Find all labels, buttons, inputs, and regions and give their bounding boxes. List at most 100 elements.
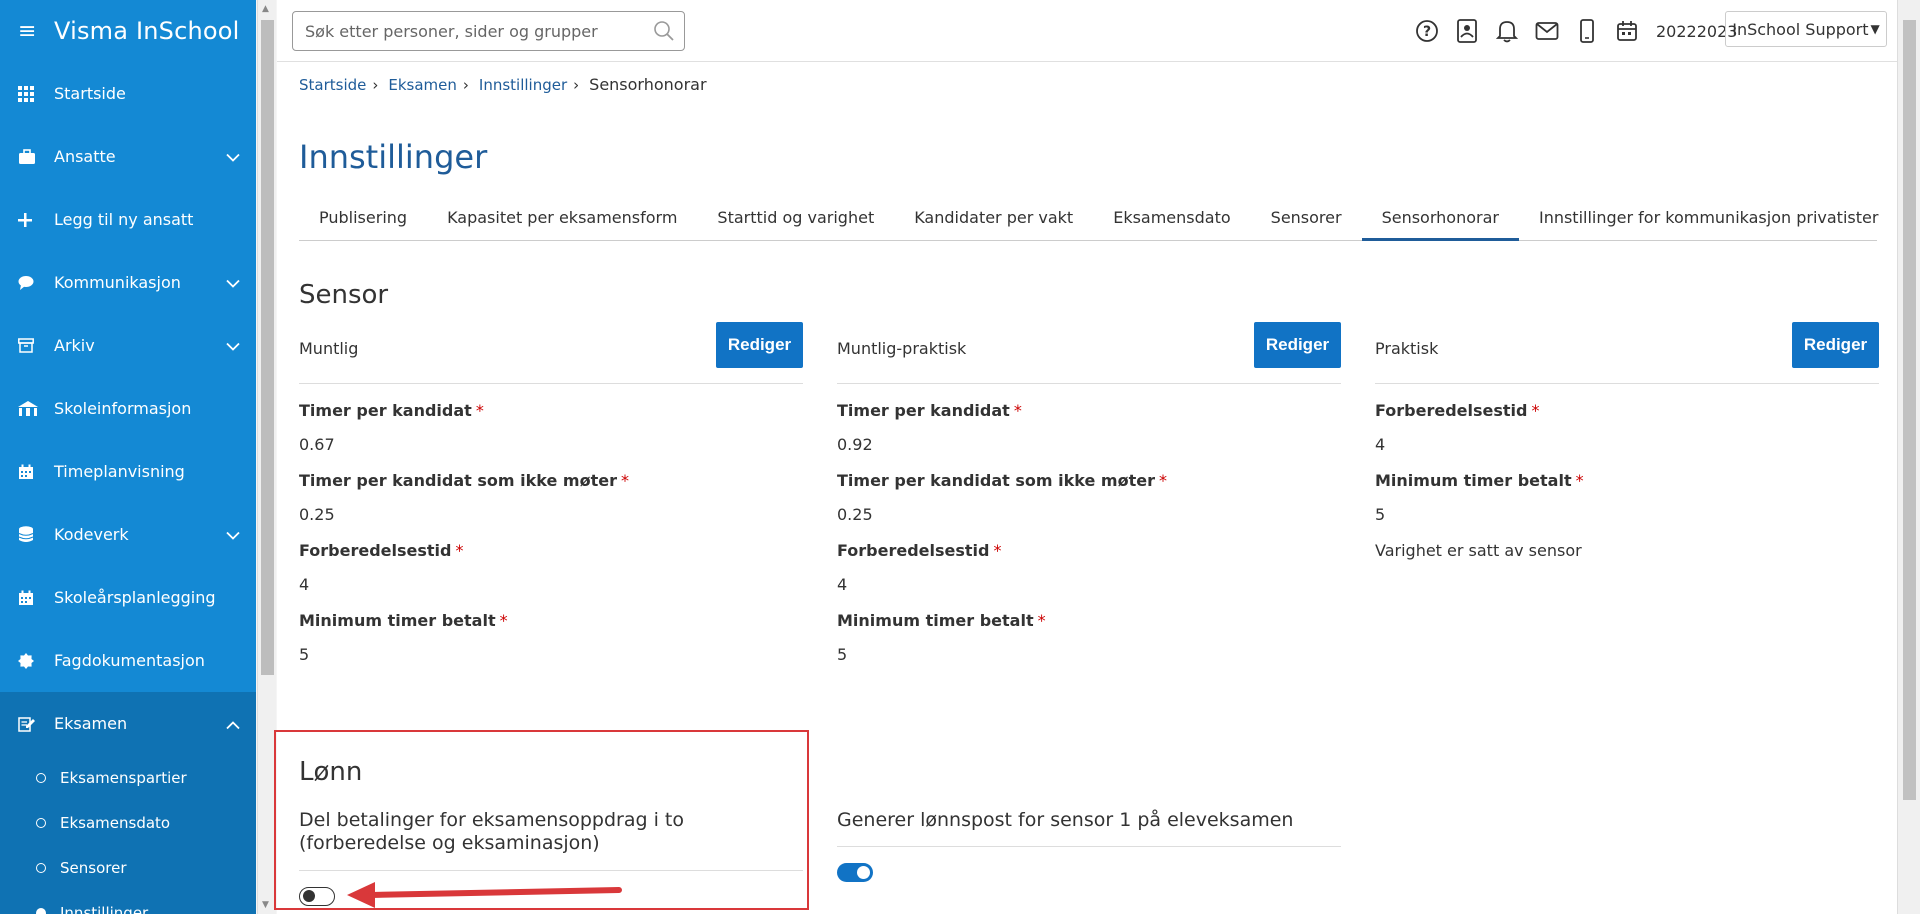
field-minimum-timer-betalt: Minimum timer betalt * 5: [837, 611, 1341, 664]
bell-icon[interactable]: [1494, 18, 1520, 44]
field-label-text: Minimum timer betalt: [299, 611, 496, 630]
field-label: Timer per kandidat *: [837, 401, 1341, 420]
school-icon: [18, 401, 54, 416]
badge-icon: [18, 652, 54, 669]
sidebar-item-kommunikasjon[interactable]: Kommunikasjon: [0, 251, 256, 314]
sidebar-item-arkiv[interactable]: Arkiv: [0, 314, 256, 377]
search-box[interactable]: [292, 11, 685, 51]
caret-down-icon: ▼: [1870, 22, 1880, 36]
field-minimum-timer-betalt: Minimum timer betalt * 5: [299, 611, 803, 664]
field-label: Timer per kandidat som ikke møter *: [837, 471, 1341, 490]
sidebar-item-skoleinformasjon[interactable]: Skoleinformasjon: [0, 377, 256, 440]
sidebar-item-ansatte[interactable]: Ansatte: [0, 125, 256, 188]
sidebar-item-label: Ansatte: [54, 147, 116, 166]
svg-text:?: ?: [1423, 24, 1431, 40]
field-value: 0.25: [299, 505, 335, 524]
field-forberedelsestid: Forberedelsestid * 4: [1375, 401, 1879, 454]
field-label-text: Timer per kandidat som ikke møter: [837, 471, 1155, 490]
settings-tabs: Publisering Kapasitet per eksamensform Sta…: [299, 188, 1878, 241]
calendar-icon[interactable]: [1614, 18, 1640, 44]
sidebar-item-label: Kommunikasjon: [54, 273, 181, 292]
user-name: InSchool Support: [1732, 19, 1869, 39]
field-timer-per-kandidat: Timer per kandidat * 0.92: [837, 401, 1341, 454]
breadcrumb-startside[interactable]: Startside: [299, 76, 366, 94]
tab-sensorhonorar[interactable]: Sensorhonorar: [1361, 188, 1519, 241]
sidebar-item-timeplanvisning[interactable]: Timeplanvisning: [0, 440, 256, 503]
help-icon[interactable]: ?: [1414, 18, 1440, 44]
sensor-heading: Sensor: [299, 280, 389, 310]
page-title: Innstillinger: [299, 138, 488, 176]
search-input[interactable]: [305, 21, 645, 41]
duration-note: Varighet er satt av sensor: [1375, 541, 1582, 560]
sidebar-item-fagdokumentasjon[interactable]: Fagdokumentasjon: [0, 629, 256, 692]
sidebar-subitem-innstillinger[interactable]: Innstillinger: [0, 890, 256, 914]
sidebar-item-eksamen[interactable]: Eksamen: [0, 692, 256, 755]
tab-publisering[interactable]: Publisering: [299, 188, 427, 241]
chevron-down-icon[interactable]: [226, 147, 240, 166]
required-asterisk-icon: *: [1013, 401, 1022, 420]
tab-kapasitet-per-eksamensform[interactable]: Kapasitet per eksamensform: [427, 188, 697, 241]
page-scrollbar[interactable]: [1897, 0, 1920, 914]
field-forberedelsestid: Forberedelsestid * 4: [837, 541, 1341, 594]
field-label: Timer per kandidat *: [299, 401, 803, 420]
mail-icon[interactable]: [1534, 18, 1560, 44]
chevron-down-icon[interactable]: [226, 525, 240, 544]
circle-bullet-icon: [36, 862, 46, 873]
sidebar-item-kodeverk[interactable]: Kodeverk: [0, 503, 256, 566]
chevron-up-icon[interactable]: [226, 714, 240, 733]
required-asterisk-icon: *: [475, 401, 484, 420]
breadcrumb-eksamen[interactable]: Eksamen: [388, 76, 457, 94]
breadcrumb-separator-icon: ›: [462, 75, 469, 94]
toggle-knob: [857, 866, 870, 879]
contacts-icon[interactable]: [1454, 18, 1480, 44]
field-label-text: Forberedelsestid: [299, 541, 452, 560]
sidebar-item-skolearsplanlegging[interactable]: Skoleårsplanlegging: [0, 566, 256, 629]
hamburger-menu-icon[interactable]: ≡: [18, 19, 54, 44]
page-scrollbar-thumb[interactable]: [1903, 20, 1916, 800]
grid-icon: [18, 85, 54, 102]
field-label-text: Timer per kandidat: [837, 401, 1010, 420]
edit-button[interactable]: Rediger: [716, 322, 803, 368]
app-brand[interactable]: Visma InSchool: [54, 17, 240, 45]
tab-sensorer[interactable]: Sensorer: [1251, 188, 1362, 241]
tab-eksamensdato[interactable]: Eksamensdato: [1093, 188, 1250, 241]
calendar-icon: [18, 590, 54, 606]
main-content: Startside › Eksamen › Innstillinger › Senso…: [274, 62, 1897, 914]
sidebar-item-legg-til-ny-ansatt[interactable]: Legg til ny ansatt: [0, 188, 256, 251]
sidebar-subitem-label: Innstillinger: [60, 903, 149, 914]
edit-button[interactable]: Rediger: [1254, 322, 1341, 368]
scrollbar-thumb[interactable]: [261, 20, 274, 675]
sidebar-subitem-eksamenspartier[interactable]: Eksamenspartier: [0, 755, 256, 800]
search-icon[interactable]: [653, 20, 675, 46]
sidebar-submenu-eksamen: Eksamenspartier Eksamensdato Sensorer Innst…: [0, 755, 256, 914]
required-asterisk-icon: *: [499, 611, 508, 630]
sidebar-item-startside[interactable]: Startside: [0, 62, 256, 125]
field-value: 5: [299, 645, 310, 664]
generate-salary-toggle[interactable]: [837, 863, 873, 882]
required-asterisk-icon: *: [1531, 401, 1540, 420]
chevron-down-icon[interactable]: [226, 336, 240, 355]
tab-kandidater-per-vakt[interactable]: Kandidater per vakt: [894, 188, 1093, 241]
scroll-down-arrow-icon[interactable]: ▼: [262, 900, 269, 910]
breadcrumb-innstillinger[interactable]: Innstillinger: [479, 76, 567, 94]
breadcrumb-current: Sensorhonorar: [589, 75, 707, 94]
sidebar-subitem-label: Eksamenspartier: [60, 768, 187, 787]
field-label: Forberedelsestid *: [837, 541, 1341, 560]
generate-salary-label: Generer lønnspost for sensor 1 på elevek…: [837, 809, 1294, 831]
field-timer-per-kandidat-som-ikke-moter: Timer per kandidat som ikke møter * 0.25: [299, 471, 803, 524]
mobile-phone-icon[interactable]: [1574, 18, 1600, 44]
sidebar-subitem-sensorer[interactable]: Sensorer: [0, 845, 256, 890]
sidebar-item-label: Legg til ny ansatt: [54, 210, 194, 229]
sidebar-subitem-eksamensdato[interactable]: Eksamensdato: [0, 800, 256, 845]
sidebar-item-label: Arkiv: [54, 336, 95, 355]
edit-button[interactable]: Rediger: [1792, 322, 1879, 368]
tab-starttid-og-varighet[interactable]: Starttid og varighet: [697, 188, 894, 241]
scroll-up-arrow-icon[interactable]: ▲: [262, 4, 269, 14]
column-title: Muntlig-praktisk: [837, 339, 967, 358]
sidebar-item-label: Timeplanvisning: [54, 462, 185, 481]
tab-innstillinger-for-kommunikasjon-privatister[interactable]: Innstillinger for kommunikasjon privatis…: [1519, 188, 1898, 241]
breadcrumb-separator-icon: ›: [573, 75, 580, 94]
user-menu-button[interactable]: InSchool Support ▼: [1725, 11, 1887, 47]
chevron-down-icon[interactable]: [226, 273, 240, 292]
sensor-column-muntlig-praktisk: Muntlig-praktisk Rediger Timer per kandida…: [837, 322, 1341, 664]
